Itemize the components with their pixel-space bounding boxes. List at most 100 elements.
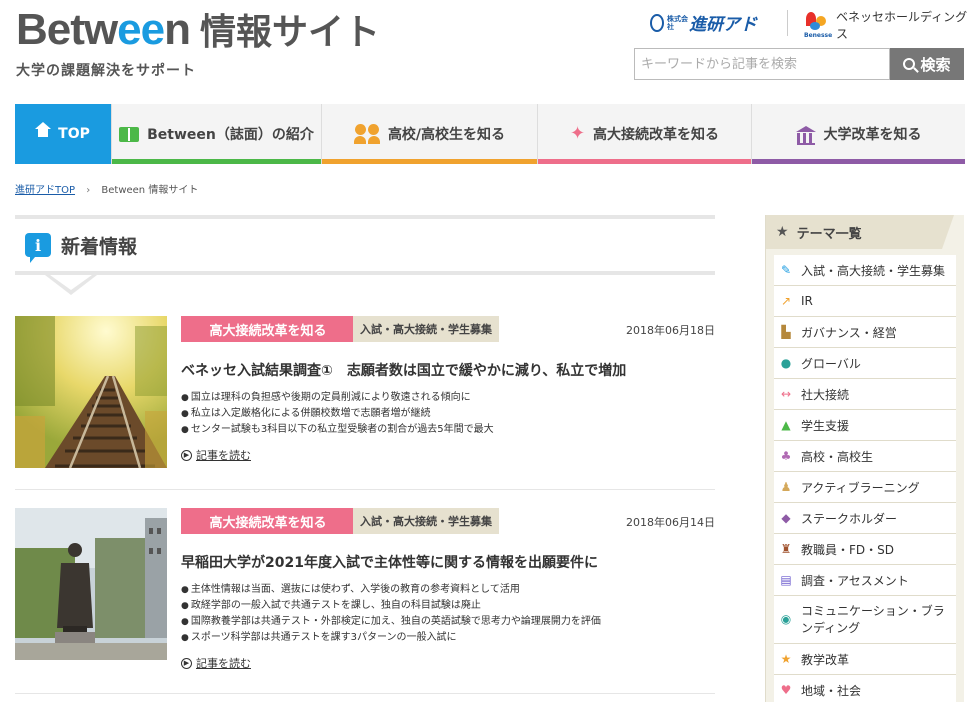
read-more-link[interactable]: ▶ 記事を読む — [181, 447, 251, 463]
list-item: 国際教養学部は共通テスト・外部検定に加え、独自の英語試験で思考力や論理展開力を評… — [181, 614, 601, 630]
news-section-header: i 新着情報 — [15, 215, 715, 275]
arrow-right-icon: ▶ — [181, 449, 192, 461]
list-item: 主体性情報は当面、選抜には使わず、入学後の教育の参考資料として活用 — [181, 582, 601, 598]
category-badge[interactable]: 高大接続改革を知る — [181, 508, 355, 534]
theme-list-header: ★ テーマ一覧 — [766, 215, 954, 249]
theme-item-faculty[interactable]: ♜ 教職員・FD・SD — [774, 534, 956, 565]
theme-item-label: ステークホルダー — [801, 511, 898, 526]
theme-item-ir[interactable]: ↗ IR — [774, 286, 956, 317]
search-button-label: 検索 — [920, 55, 951, 74]
shinken-ad-logo[interactable]: 株式会社 進研アド — [650, 10, 757, 35]
home-icon — [35, 122, 52, 140]
star-icon: ★ — [776, 224, 789, 240]
theme-item-community[interactable]: ♥ 地域・社会 — [774, 675, 956, 702]
theme-item-label: 高校・高校生 — [801, 449, 874, 464]
article-thumbnail[interactable] — [15, 316, 167, 468]
article-summary-list: 主体性情報は当面、選抜には使わず、入学後の教育の参考資料として活用 政経学部の一… — [181, 582, 601, 646]
site-header: Between 情報サイト 大学の課題解決をサポート 株式会社 進研アド Ben… — [0, 0, 979, 104]
breadcrumb-current: Between 情報サイト — [101, 185, 199, 196]
people-icon: ♣ — [780, 449, 792, 463]
site-tagline: 大学の課題解決をサポート — [16, 63, 196, 79]
theme-item-label: 調査・アセスメント — [801, 573, 909, 588]
people-icon — [353, 124, 380, 144]
arrow-right-icon: ▶ — [181, 657, 192, 669]
article-summary-list: 国立は理科の負担感や後期の定員削減により敬遠される傾向に 私立は入定厳格化による… — [181, 390, 494, 438]
global-nav: TOP Between（誌面）の紹介 高校/高校生を知る ✦ 高大接続改革を知る… — [15, 104, 965, 164]
news-article: 高大接続改革を知る 入試・高大接続・学生募集 2018年06月14日 早稲田大学… — [15, 508, 715, 694]
benesse-mark-icon: Benesse — [804, 10, 832, 40]
theme-item-label: アクティブラーニング — [801, 480, 920, 495]
list-item: センター試験も3科目以下の私立型受験者の割合が過去5年間で最大 — [181, 422, 494, 438]
theme-tag[interactable]: 入試・高大接続・学生募集 — [353, 316, 499, 342]
sparkle-icon: ✦ — [569, 123, 586, 144]
chart-icon: ↗ — [780, 294, 792, 308]
list-item: 国立は理科の負担感や後期の定員削減により敬遠される傾向に — [181, 390, 494, 406]
theme-item-student-support[interactable]: ▲ 学生支援 — [774, 410, 956, 441]
theme-item-stakeholder[interactable]: ◆ ステークホルダー — [774, 503, 956, 534]
news-article: 高大接続改革を知る 入試・高大接続・学生募集 2018年06月18日 ベネッセ入… — [15, 316, 715, 490]
theme-item-governance[interactable]: ▙ ガバナンス・経営 — [774, 317, 956, 348]
shinken-ad-company-label: 株式会社 — [667, 14, 688, 31]
article-thumbnail[interactable] — [15, 508, 167, 660]
logo-subtitle: 情報サイト — [199, 12, 380, 53]
theme-item-society-univ[interactable]: ↔ 社大接続 — [774, 379, 956, 410]
nav-item-label: Between（誌面）の紹介 — [147, 127, 314, 143]
theme-tag[interactable]: 入試・高大接続・学生募集 — [353, 508, 499, 534]
logo-wordmark: Between — [16, 5, 191, 54]
theme-item-admission[interactable]: ✎ 入試・高大接続・学生募集 — [774, 255, 956, 286]
book-icon — [119, 126, 140, 142]
theme-item-active-learning[interactable]: ♟ アクティブラーニング — [774, 472, 956, 503]
theme-item-label: 教職員・FD・SD — [801, 542, 895, 557]
globe-icon: ● — [780, 356, 792, 370]
theme-item-label: 学生支援 — [801, 418, 850, 433]
breadcrumb-home-link[interactable]: 進研アドTOP — [15, 185, 75, 196]
search-button[interactable]: 検索 — [890, 48, 964, 80]
theme-item-label: 社大接続 — [801, 387, 850, 402]
theme-item-label: IR — [801, 294, 813, 308]
info-icon: i — [25, 233, 51, 263]
nav-item-kodai-reform[interactable]: ✦ 高大接続改革を知る — [538, 104, 752, 164]
staff-icon: ♜ — [780, 542, 792, 556]
shinken-ad-name: 進研アド — [689, 15, 757, 35]
chat-icon: ◉ — [780, 612, 792, 626]
building-icon: ▙ — [781, 325, 791, 339]
article-date: 2018年06月14日 — [626, 516, 715, 529]
heart-icon: ♥ — [780, 683, 792, 697]
nav-item-university-reform[interactable]: 大学改革を知る — [752, 104, 965, 164]
nav-item-high-school[interactable]: 高校/高校生を知る — [322, 104, 538, 164]
nav-item-between[interactable]: Between（誌面）の紹介 — [112, 104, 322, 164]
theme-item-communication[interactable]: ◉ コミュニケーション・ブランディング — [774, 596, 956, 644]
breadcrumb: 進研アドTOP › Between 情報サイト — [15, 181, 198, 196]
theme-item-assessment[interactable]: ▤ 調査・アセスメント — [774, 565, 956, 596]
theme-list: ✎ 入試・高大接続・学生募集 ↗ IR ▙ ガバナンス・経営 ● グローバル ↔ 社大接続… — [774, 255, 956, 702]
news-section-title: 新着情報 — [61, 235, 138, 258]
article-headline[interactable]: 早稲田大学が2021年度入試で主体性等に関する情報を出願要件に — [181, 552, 598, 572]
article-headline[interactable]: ベネッセ入試結果調査① 志願者数は国立で緩やかに減り、私立で増加 — [181, 360, 626, 380]
theme-item-curriculum[interactable]: ★ 教学改革 — [774, 644, 956, 675]
arrows-icon: ↔ — [780, 387, 792, 401]
theme-item-label: グローバル — [801, 356, 861, 371]
category-badge[interactable]: 高大接続改革を知る — [181, 316, 355, 342]
partner-divider — [787, 10, 788, 36]
read-more-label: 記事を読む — [196, 449, 251, 462]
search-form: 検索 — [634, 48, 964, 80]
search-icon — [903, 58, 916, 70]
pencil-icon: ✎ — [780, 263, 792, 277]
nav-item-label: TOP — [58, 126, 90, 142]
document-icon: ▤ — [780, 573, 792, 587]
list-item: 政経学部の一般入試で共通テストを課し、独自の科目試験は廃止 — [181, 598, 601, 614]
site-logo[interactable]: Between 情報サイト — [16, 8, 380, 55]
nav-item-label: 高大接続改革を知る — [593, 127, 720, 143]
person-icon: ▲ — [781, 418, 791, 432]
search-input[interactable] — [634, 48, 890, 80]
read-more-link[interactable]: ▶ 記事を読む — [181, 655, 251, 671]
list-item: スポーツ科学部は共通テストを課す3パターンの一般入試に — [181, 630, 601, 646]
theme-item-high-school[interactable]: ♣ 高校・高校生 — [774, 441, 956, 472]
building-icon — [795, 125, 816, 145]
theme-item-global[interactable]: ● グローバル — [774, 348, 956, 379]
list-item: 私立は入定厳格化による併願校数増で志願者増が継続 — [181, 406, 494, 422]
benesse-holdings-logo[interactable]: Benesse ベネッセホールディングス — [804, 8, 979, 42]
theme-list-title: テーマ一覧 — [796, 226, 862, 242]
theme-item-label: ガバナンス・経営 — [801, 325, 897, 340]
nav-item-top[interactable]: TOP — [15, 104, 112, 164]
